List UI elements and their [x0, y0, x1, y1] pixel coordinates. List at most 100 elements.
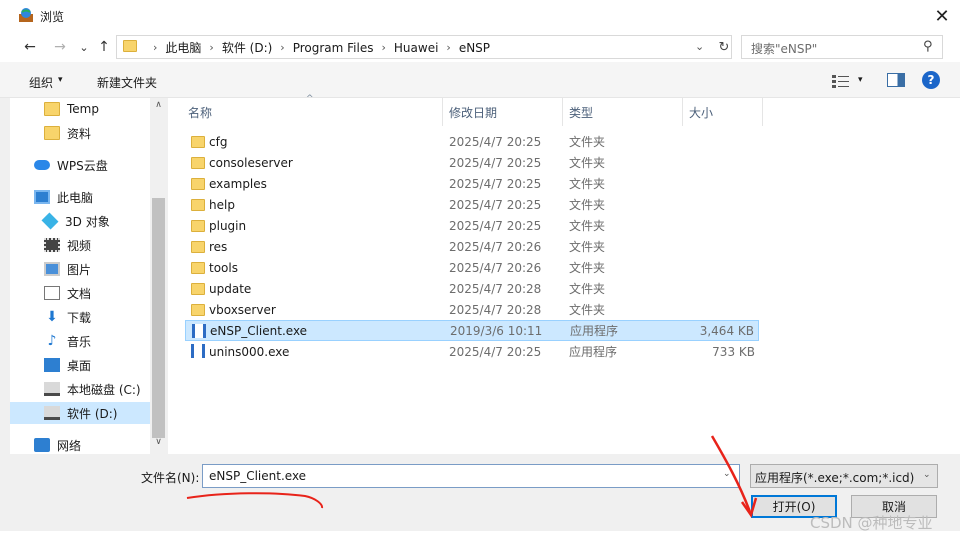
application-icon	[192, 324, 206, 338]
table-row[interactable]: unins000.exe 2025/4/7 20:25 应用程序 733 KB	[185, 341, 759, 362]
red-underline-annotation	[186, 492, 324, 509]
file-date: 2025/4/7 20:25	[449, 344, 542, 359]
table-row[interactable]: cfg 2025/4/7 20:25 文件夹	[185, 131, 759, 152]
table-row[interactable]: res 2025/4/7 20:26 文件夹	[185, 236, 759, 257]
window-bottom-edge	[0, 531, 960, 540]
caret-down-icon[interactable]: ▾	[58, 75, 63, 85]
watermark-text: CSDN @种地专业	[810, 514, 933, 532]
breadcrumb-item[interactable]: 此电脑	[165, 39, 201, 56]
file-date: 2019/3/6 10:11	[450, 323, 543, 338]
sidebar-item-label: 文档	[67, 286, 92, 301]
sidebar-item-drive-d[interactable]: 软件 (D:)	[10, 402, 150, 424]
sort-ascending-icon: ^	[306, 94, 314, 104]
desktop-icon	[44, 358, 60, 372]
sidebar-item-label: 图片	[67, 262, 92, 277]
filename-value: eNSP_Client.exe	[209, 469, 307, 483]
chevron-right-icon[interactable]: ›	[280, 41, 284, 54]
sidebar-item-pictures[interactable]: 图片	[10, 258, 150, 280]
organize-menu-button[interactable]: 组织	[29, 74, 53, 91]
up-button[interactable]: ↑	[94, 38, 114, 56]
help-button[interactable]: ?	[922, 71, 940, 89]
folder-icon	[191, 241, 205, 253]
sidebar-item-documents[interactable]: 文档	[10, 282, 150, 304]
file-type-select[interactable]: 应用程序(*.exe;*.com;*.icd) ⌄	[750, 464, 938, 488]
folder-icon	[123, 40, 137, 52]
address-bar[interactable]: › 此电脑 › 软件 (D:) › Program Files › Huawei…	[116, 35, 732, 59]
folder-icon	[191, 178, 205, 190]
file-type: 文件夹	[569, 198, 606, 212]
file-date: 2025/4/7 20:28	[449, 302, 542, 317]
sidebar-item-temp[interactable]: Temp	[10, 98, 150, 120]
file-name: eNSP_Client.exe	[210, 323, 308, 338]
sidebar-item-desktop[interactable]: 桌面	[10, 354, 150, 376]
folder-icon	[191, 283, 205, 295]
table-row[interactable]: vboxserver 2025/4/7 20:28 文件夹	[185, 299, 759, 320]
breadcrumb-item[interactable]: eNSP	[459, 41, 490, 55]
table-row[interactable]: eNSP_Client.exe 2019/3/6 10:11 应用程序 3,464 K…	[185, 320, 759, 341]
sidebar-item-this-pc[interactable]: 此电脑	[10, 186, 150, 208]
sidebar-item-downloads[interactable]: ⬇ 下载	[10, 306, 150, 328]
column-header-date[interactable]: 修改日期	[429, 98, 563, 126]
file-name: cfg	[209, 134, 228, 149]
view-options-icon[interactable]	[832, 74, 850, 88]
column-header-type[interactable]: 类型	[549, 98, 683, 126]
table-row[interactable]: tools 2025/4/7 20:26 文件夹	[185, 257, 759, 278]
refresh-button[interactable]: ↻	[715, 37, 733, 57]
breadcrumb: › 此电脑 › 软件 (D:) › Program Files › Huawei…	[145, 39, 490, 56]
preview-pane-icon[interactable]	[887, 73, 905, 87]
chevron-right-icon[interactable]: ›	[446, 41, 450, 54]
breadcrumb-item[interactable]: 软件 (D:)	[222, 39, 272, 56]
chevron-right-icon[interactable]: ›	[209, 41, 213, 54]
file-date: 2025/4/7 20:25	[449, 218, 542, 233]
sidebar-item-3d-objects[interactable]: 3D 对象	[10, 210, 150, 232]
application-icon	[191, 344, 205, 358]
sidebar-item-ziliao[interactable]: 资料	[10, 122, 150, 144]
new-folder-button[interactable]: 新建文件夹	[97, 74, 157, 91]
file-name: tools	[209, 260, 238, 275]
scroll-down-icon[interactable]: ∨	[150, 437, 167, 451]
table-row[interactable]: update 2025/4/7 20:28 文件夹	[185, 278, 759, 299]
drive-icon	[44, 382, 60, 396]
scrollbar-thumb[interactable]	[152, 198, 165, 438]
sidebar-item-label: 视频	[67, 238, 92, 253]
column-header-size[interactable]: 大小	[669, 98, 763, 126]
sidebar-item-drive-c[interactable]: 本地磁盘 (C:)	[10, 378, 150, 400]
table-row[interactable]: consoleserver 2025/4/7 20:25 文件夹	[185, 152, 759, 173]
chevron-down-icon[interactable]: ⌄	[923, 470, 931, 480]
forward-button[interactable]: →	[50, 38, 70, 56]
search-input[interactable]: 搜索"eNSP" ⚲	[741, 35, 943, 59]
chevron-right-icon: ›	[153, 41, 158, 54]
sidebar-item-music[interactable]: ♪ 音乐	[10, 330, 150, 352]
filename-input[interactable]: eNSP_Client.exe ⌄	[202, 464, 740, 488]
breadcrumb-item[interactable]: Huawei	[394, 41, 439, 55]
caret-down-icon[interactable]: ▾	[858, 75, 863, 85]
chevron-right-icon[interactable]: ›	[381, 41, 385, 54]
sidebar-item-videos[interactable]: 视频	[10, 234, 150, 256]
video-icon	[44, 238, 60, 252]
table-row[interactable]: help 2025/4/7 20:25 文件夹	[185, 194, 759, 215]
3d-objects-icon	[41, 212, 59, 230]
download-icon: ⬇	[46, 309, 58, 325]
file-name: help	[209, 197, 235, 212]
file-date: 2025/4/7 20:25	[449, 134, 542, 149]
file-name: plugin	[209, 218, 247, 233]
close-button[interactable]: ✕	[924, 0, 960, 32]
file-name: consoleserver	[209, 155, 293, 170]
search-icon: ⚲	[923, 39, 933, 54]
drive-icon	[44, 406, 60, 420]
table-row[interactable]: plugin 2025/4/7 20:25 文件夹	[185, 215, 759, 236]
folder-icon	[44, 102, 60, 116]
breadcrumb-item[interactable]: Program Files	[293, 41, 374, 55]
table-row[interactable]: examples 2025/4/7 20:25 文件夹	[185, 173, 759, 194]
recent-locations-button[interactable]: ⌄	[74, 38, 94, 56]
app-icon	[19, 8, 33, 22]
window-title: 浏览	[40, 10, 65, 24]
chevron-down-icon[interactable]: ⌄	[695, 40, 704, 53]
pictures-icon	[44, 262, 60, 276]
scroll-up-icon[interactable]: ∧	[150, 100, 167, 114]
sidebar-item-label: 音乐	[67, 334, 92, 349]
sidebar-item-network[interactable]: 网络	[10, 434, 150, 454]
back-button[interactable]: ←	[20, 38, 40, 56]
file-name: unins000.exe	[209, 344, 290, 359]
sidebar-item-wps-cloud[interactable]: WPS云盘	[10, 154, 150, 176]
